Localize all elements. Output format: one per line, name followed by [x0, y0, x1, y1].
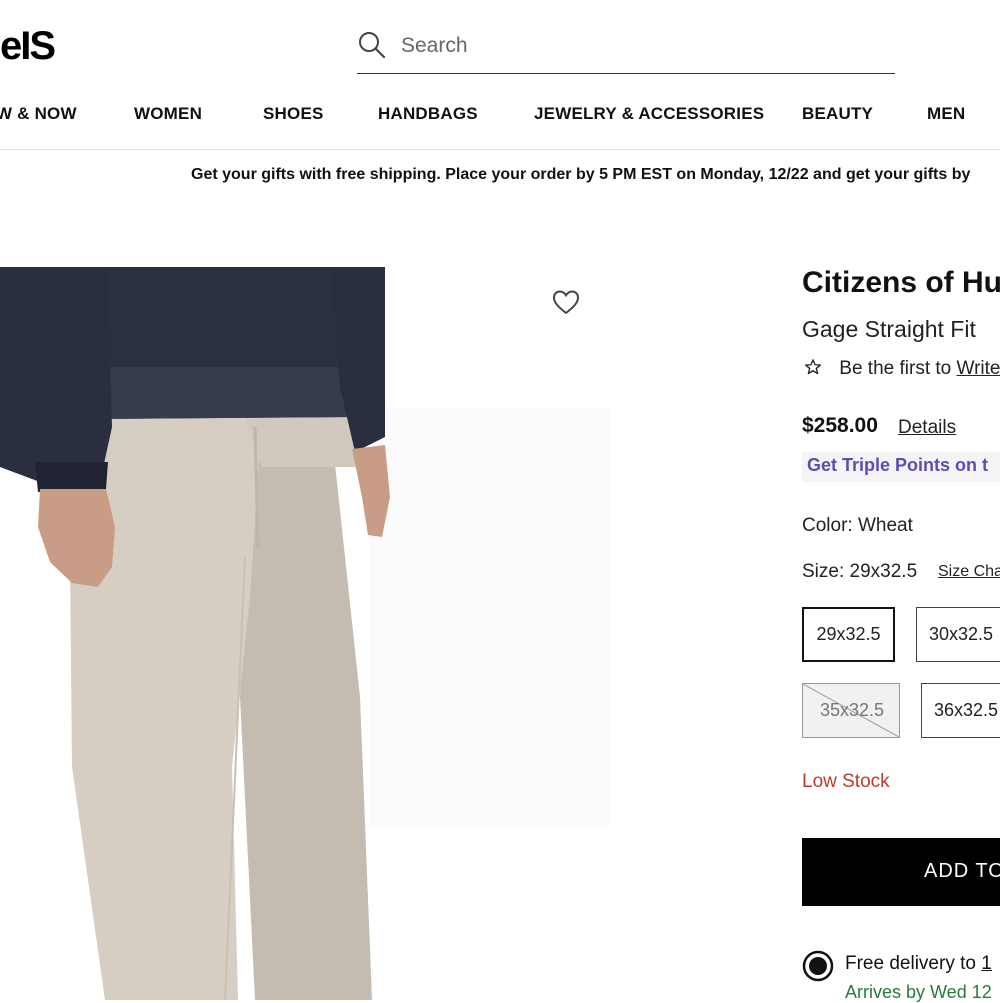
nav-item-new-and-now[interactable]: W & NOW — [0, 104, 77, 124]
heart-icon[interactable] — [551, 287, 581, 317]
add-to-bag-button[interactable]: ADD TO — [802, 838, 1000, 906]
free-delivery-option: Free delivery to 1 — [845, 953, 992, 975]
add-to-bag-label: ADD TO — [924, 860, 1000, 882]
nav-item-women[interactable]: WOMEN — [134, 104, 202, 124]
size-chart-link[interactable]: Size Cha — [938, 563, 1000, 581]
search-icon[interactable] — [357, 30, 387, 60]
nav-divider — [0, 149, 1000, 150]
size-option-36x32.5[interactable]: 36x32.5 — [921, 683, 1000, 738]
size-label: Size: — [802, 561, 845, 582]
nav-item-jewelry-accessories[interactable]: JEWELRY & ACCESSORIES — [534, 104, 764, 124]
search-input[interactable] — [401, 30, 881, 62]
color-value: Wheat — [857, 515, 913, 536]
size-option-label: 35x32.5 — [819, 700, 885, 720]
size-option-35x32.5[interactable]: 35x32.5 — [802, 683, 900, 738]
color-label: Color: — [802, 515, 853, 536]
color-selection: Color: Wheat — [802, 515, 913, 537]
star-outline-icon — [804, 358, 822, 376]
triple-points-banner[interactable]: Get Triple Points on t — [802, 452, 1000, 482]
triple-points-text: Get Triple Points on t — [807, 455, 989, 475]
size-selection: Size: 29x32.5 — [802, 561, 917, 583]
delivery-zip-link[interactable]: 1 — [981, 953, 992, 974]
rating-prefix: Be the first to — [839, 358, 952, 379]
search-bar[interactable] — [357, 26, 895, 74]
rating-row: Be the first to Write — [804, 358, 1000, 382]
radio-selected-icon[interactable] — [802, 950, 834, 982]
nav-item-men[interactable]: MEN — [927, 104, 965, 124]
size-option-30x32.5[interactable]: 30x32.5 — [916, 607, 1000, 662]
store-logo[interactable]: eIS — [0, 22, 56, 70]
size-value: 29x32.5 — [849, 561, 918, 582]
nav-item-handbags[interactable]: HANDBAGS — [378, 104, 478, 124]
promo-banner: Get your gifts with free shipping. Place… — [191, 166, 971, 183]
write-review-link[interactable]: Write — [957, 358, 1000, 379]
product-image[interactable] — [0, 267, 620, 1000]
size-option-29x32.5[interactable]: 29x32.5 — [802, 607, 895, 662]
main-nav: W & NOW WOMEN SHOES HANDBAGS JEWELRY & A… — [0, 104, 1000, 130]
delivery-text: Free delivery to — [845, 953, 976, 974]
nav-item-shoes[interactable]: SHOES — [263, 104, 324, 124]
price-details-link[interactable]: Details — [898, 417, 956, 439]
product-price: $258.00 — [802, 414, 878, 437]
product-name: Gage Straight Fit — [802, 316, 976, 342]
nav-item-beauty[interactable]: BEAUTY — [802, 104, 873, 124]
stock-status: Low Stock — [802, 771, 890, 792]
product-brand[interactable]: Citizens of Hu — [802, 266, 1000, 300]
